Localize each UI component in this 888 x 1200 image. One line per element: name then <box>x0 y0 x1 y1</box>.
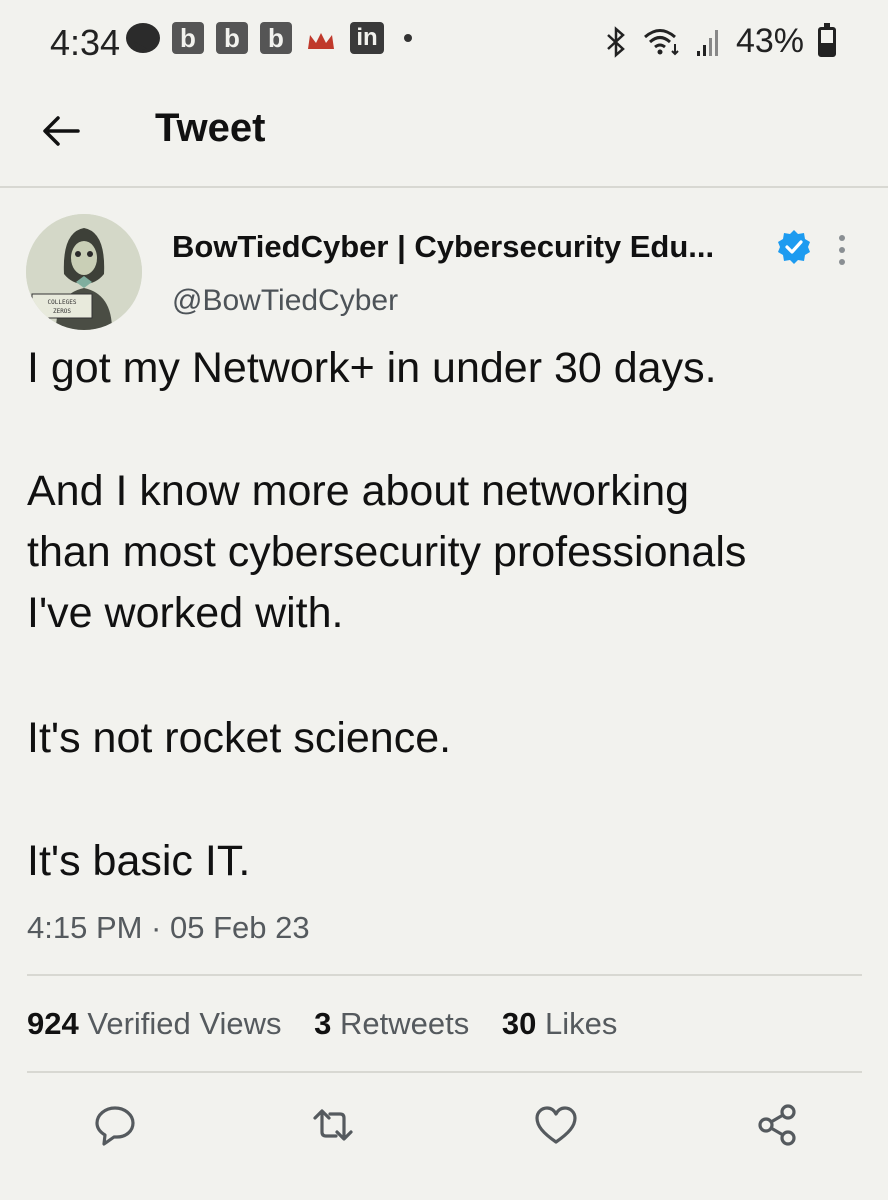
retweets-stat[interactable]: 3 Retweets <box>314 1006 469 1041</box>
system-icons: 43% <box>604 22 836 61</box>
b-app-icon: b <box>172 22 204 54</box>
reply-icon[interactable] <box>92 1102 138 1148</box>
page-title: Tweet <box>155 106 266 150</box>
views-label: Verified Views <box>87 1006 282 1041</box>
likes-label: Likes <box>544 1006 618 1041</box>
likes-stat[interactable]: 30 Likes <box>502 1006 617 1041</box>
b-app-icon: b <box>216 22 248 54</box>
avatar-caption-2: ZEROS <box>53 308 71 315</box>
stats-divider-bottom <box>27 1071 862 1073</box>
retweet-icon[interactable] <box>310 1102 356 1148</box>
linkedin-icon: in <box>350 22 384 54</box>
retweets-label: Retweets <box>340 1006 470 1041</box>
header-divider <box>0 186 888 188</box>
battery-percent: 43% <box>735 22 804 60</box>
stats-divider-top <box>27 974 862 976</box>
share-icon[interactable] <box>754 1102 800 1148</box>
bluetooth-icon <box>607 25 625 58</box>
chat-bubble-icon <box>126 23 160 53</box>
crown-icon <box>304 23 338 53</box>
battery-icon <box>818 22 836 57</box>
tweet-text-line: I got my Network+ in under 30 days. <box>27 344 717 392</box>
tweet-text-line: It's basic IT. <box>27 837 251 885</box>
avatar[interactable]: COLLEGES ZEROS <box>26 214 142 330</box>
b-app-icon: b <box>260 22 292 54</box>
views-count: 924 <box>27 1006 79 1041</box>
dot-icon <box>404 34 412 42</box>
tweet-text-line: I've worked with. <box>27 589 344 637</box>
tweet-timestamp[interactable]: 4:15 PM · 05 Feb 23 <box>27 910 310 946</box>
back-arrow-icon[interactable] <box>38 108 84 154</box>
status-bar: 4:34 b b b in 43% <box>0 0 888 86</box>
page-header: Tweet <box>0 86 888 186</box>
tweet-text-line: It's not rocket science. <box>27 714 452 762</box>
tweet-text-line: than most cybersecurity professionals <box>27 528 747 576</box>
tweet-stats: 924 Verified Views 3 Retweets 30 Likes <box>27 1006 641 1042</box>
avatar-caption-1: COLLEGES <box>48 299 77 306</box>
tweet-text-line: And I know more about networking <box>27 467 690 515</box>
like-icon[interactable] <box>533 1102 579 1148</box>
status-time: 4:34 <box>50 22 121 63</box>
more-options-icon[interactable] <box>834 233 850 267</box>
author-name[interactable]: BowTiedCyber | Cybersecurity Edu... <box>172 229 714 265</box>
author-handle[interactable]: @BowTiedCyber <box>172 284 398 318</box>
verified-badge-icon <box>778 230 810 264</box>
retweets-count: 3 <box>314 1006 332 1041</box>
likes-count: 30 <box>501 1006 537 1041</box>
signal-icon <box>696 29 718 56</box>
wifi-icon <box>643 28 679 55</box>
notification-icons: b b b in <box>126 22 412 54</box>
views-stat[interactable]: 924 Verified Views <box>27 1006 282 1041</box>
